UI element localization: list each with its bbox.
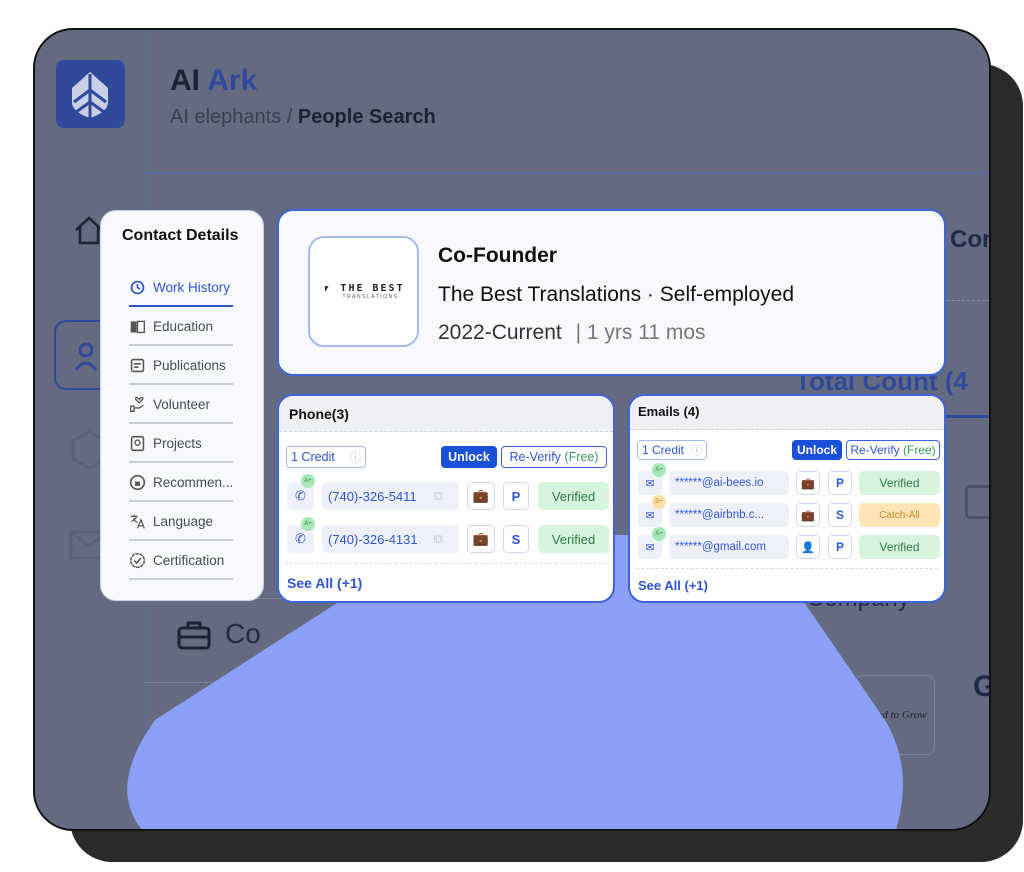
briefcase-icon[interactable]: 💼 <box>796 503 820 527</box>
person-icon[interactable]: 👤 <box>796 535 820 559</box>
status-badge: Verified <box>859 535 940 559</box>
nav-recommendations[interactable]: Recommen... <box>129 464 233 502</box>
see-all-emails-link[interactable]: See All (+1) <box>638 578 708 593</box>
nav-education[interactable]: Education <box>129 308 233 346</box>
copy-icon: ⧉ <box>433 531 443 546</box>
phone-row: ✆ A+ (740)-326-5411 ⧉ 💼 P Verified <box>287 474 609 510</box>
history-icon <box>130 280 145 294</box>
phone-tag: P <box>503 482 529 510</box>
status-badge: Verified <box>859 471 940 495</box>
heart-hand-icon <box>130 396 144 412</box>
email-value[interactable]: ******@airbnb.c... <box>669 503 789 527</box>
email-row: ✉ A+ ******@ai-bees.io 💼 P Verified <box>638 463 940 495</box>
nav-projects[interactable]: Projects <box>129 425 233 463</box>
mail-icon: ✉ A+ <box>638 463 666 495</box>
mail-icon: ✉ A+ <box>638 527 666 559</box>
project-icon <box>130 435 145 451</box>
phone-value[interactable]: (740)-326-4131 ⧉ <box>322 525 459 553</box>
nav-publications[interactable]: Publications <box>129 347 233 385</box>
unlock-button[interactable]: Unlock <box>792 440 842 460</box>
nav-label: Projects <box>153 435 202 451</box>
translate-icon <box>130 514 145 529</box>
nav-language[interactable]: Language <box>129 503 233 541</box>
nav-certification[interactable]: Certification <box>129 542 233 580</box>
work-history-card: ⎖ THE BEST TRANSLATIONS Co-Founder The B… <box>277 209 946 376</box>
nav-work-history[interactable]: Work History <box>129 269 233 307</box>
badge-check-icon <box>129 552 146 568</box>
phone-tag: S <box>503 525 529 553</box>
phone-icon: ✆ A+ <box>287 517 315 553</box>
briefcase-icon[interactable]: 💼 <box>467 482 495 510</box>
copy-icon: ⧉ <box>433 488 443 503</box>
email-tag: S <box>828 503 852 527</box>
grade-badge: B+ <box>652 495 666 509</box>
nav-label: Certification <box>153 552 225 568</box>
email-tag: P <box>828 471 852 495</box>
email-row: ✉ A+ ******@gmail.com 👤 P Verified <box>638 527 940 559</box>
emails-card: Emails (4) 1 Credit ⓘ Unlock Re-Verify (F… <box>628 394 946 603</box>
nav-label: Education <box>153 318 214 334</box>
job-title: Co-Founder <box>438 244 557 267</box>
credit-badge: 1 Credit ⓘ <box>286 446 366 468</box>
nav-label: Recommen... <box>153 474 234 490</box>
phone-icon: ✆ A+ <box>287 474 315 510</box>
status-badge: Verified <box>538 525 609 553</box>
nav-label: Volunteer <box>153 396 211 412</box>
info-icon: ⓘ <box>350 452 361 464</box>
document-icon <box>130 358 145 372</box>
status-badge: Catch-All <box>859 503 940 527</box>
briefcase-icon[interactable]: 💼 <box>796 471 820 495</box>
reverify-button[interactable]: Re-Verify (Free) <box>846 440 940 460</box>
nav-label: Language <box>153 513 214 529</box>
emails-title: Emails (4) <box>630 396 944 430</box>
contact-details-nav: Contact Details Work History Education P… <box>100 210 264 601</box>
nav-volunteer[interactable]: Volunteer <box>129 386 233 424</box>
contact-details-title: Contact Details <box>122 227 239 244</box>
email-row: ✉ B+ ******@airbnb.c... 💼 S Catch-All <box>638 495 940 527</box>
mail-icon: ✉ B+ <box>638 495 666 527</box>
nav-label: Publications <box>153 357 226 373</box>
company-name: The Best Translations · Self-employed <box>438 283 794 306</box>
unlock-button[interactable]: Unlock <box>441 446 497 468</box>
thumbs-up-icon <box>129 474 146 490</box>
email-value[interactable]: ******@gmail.com <box>669 535 789 559</box>
info-icon: ⓘ <box>691 445 702 457</box>
status-badge: Verified <box>538 482 609 510</box>
grade-badge: A+ <box>652 527 666 541</box>
company-logo: ⎖ THE BEST TRANSLATIONS <box>308 236 419 347</box>
nav-label: Work History <box>153 279 231 295</box>
book-icon <box>130 320 145 333</box>
job-period: 2022-Current | 1 yrs 11 mos <box>438 321 706 344</box>
phone-row: ✆ A+ (740)-326-4131 ⧉ 💼 S Verified <box>287 517 609 553</box>
divider <box>636 568 938 569</box>
email-value[interactable]: ******@ai-bees.io <box>669 471 789 495</box>
grade-badge: A+ <box>652 463 666 477</box>
phone-card: Phone(3) 1 Credit ⓘ Unlock Re-Verify (Fre… <box>277 394 615 603</box>
reverify-button[interactable]: Re-Verify (Free) <box>501 446 607 468</box>
divider <box>285 563 607 564</box>
phone-value[interactable]: (740)-326-5411 ⧉ <box>322 482 459 510</box>
email-tag: P <box>828 535 852 559</box>
credit-badge: 1 Credit ⓘ <box>637 440 707 460</box>
briefcase-icon[interactable]: 💼 <box>467 525 495 553</box>
see-all-phones-link[interactable]: See All (+1) <box>287 575 362 591</box>
phone-title: Phone(3) <box>279 396 613 432</box>
